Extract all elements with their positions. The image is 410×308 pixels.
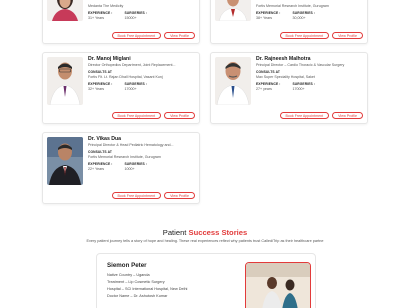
- doctor-card: Dr. Rajneesh Malhotra Principal Director…: [210, 52, 368, 124]
- doctor-hospital: Medanta The Medicity: [88, 4, 124, 8]
- view-profile-button[interactable]: View Profile: [164, 112, 195, 119]
- patient-hospital: Hospital – SCI International Hospital, N…: [107, 287, 188, 291]
- doctor-card: Medanta The Medicity EXPERIENCE :31+ Yea…: [42, 0, 200, 44]
- view-profile-button[interactable]: View Profile: [164, 192, 195, 199]
- surgeries-value: 17000+: [292, 87, 305, 91]
- patient-treatment: Treatment – Lip Cosmetic Surgery: [107, 280, 165, 284]
- doctor-hospital: Fortis Memorial Research Institute, Guru…: [256, 4, 329, 8]
- view-profile-button[interactable]: View Profile: [332, 112, 363, 119]
- doctor-name: Dr. Rajneesh Malhotra: [256, 56, 311, 62]
- doctor-photo: [47, 0, 83, 21]
- book-appointment-button[interactable]: Book Free Appointment: [111, 32, 162, 39]
- experience-value: 31+ Years: [88, 16, 105, 20]
- book-appointment-button[interactable]: Book Free Appointment: [111, 192, 162, 199]
- doctor-card: Dr. Manoj Miglani Director Orthopedics D…: [42, 52, 200, 124]
- surgeries-value: 1000+: [124, 167, 135, 171]
- surgeries-value: 30,000+: [292, 16, 306, 20]
- book-appointment-button[interactable]: Book Free Appointment: [279, 32, 330, 39]
- experience-value: 38+ Years: [256, 16, 273, 20]
- doctor-hospital: Fortis Memorial Research Institute, Guru…: [88, 155, 161, 159]
- doctor-card: Fortis Memorial Research Institute, Guru…: [210, 0, 368, 44]
- patient-doctor: Doctor Name – Dr. Ashutosh Kumar: [107, 294, 168, 298]
- surgeries-value: 15000+: [124, 16, 137, 20]
- patient-country: Native Country – Uganda: [107, 273, 150, 277]
- experience-value: 27+ years: [256, 87, 272, 91]
- doctor-name: Dr. Vikas Dua: [88, 136, 122, 142]
- doctor-photo: [47, 137, 83, 185]
- doctor-photo: [215, 0, 251, 21]
- section-title-plain: Patient: [162, 228, 189, 237]
- experience-value: 22+ Years: [88, 167, 105, 171]
- doctor-designation: Principal Director – Cardio Thoracic & V…: [256, 63, 345, 67]
- experience-value: 32+ Years: [88, 87, 105, 91]
- doctor-designation: Principal Director & Head Pediatric Hema…: [88, 143, 174, 147]
- doctor-hospital: Max Super Speciality Hospital, Saket: [256, 75, 315, 79]
- doctor-hospital: Fortis Flt. Lt. Rajan Dhall Hospital, Va…: [88, 75, 163, 79]
- patient-photo: [245, 262, 311, 308]
- patient-name: Siemon Peter: [107, 262, 147, 269]
- view-profile-button[interactable]: View Profile: [164, 32, 195, 39]
- doctor-photo: [47, 57, 83, 105]
- doctor-card: Dr. Vikas Dua Principal Director & Head …: [42, 132, 200, 204]
- success-story-card: Siemon Peter Native Country – Uganda Tre…: [96, 253, 316, 308]
- doctor-designation: Director Orthopedics Department, Joint R…: [88, 63, 176, 67]
- doctor-photo: [215, 57, 251, 105]
- book-appointment-button[interactable]: Book Free Appointment: [279, 112, 330, 119]
- section-title: Patient Success Stories: [0, 228, 410, 237]
- doctor-name: Dr. Manoj Miglani: [88, 56, 131, 62]
- surgeries-value: 17000+: [124, 87, 137, 91]
- book-appointment-button[interactable]: Book Free Appointment: [111, 112, 162, 119]
- view-profile-button[interactable]: View Profile: [332, 32, 363, 39]
- section-title-accent: Success Stories: [188, 228, 248, 237]
- section-subtitle: Every patient journey tells a story of h…: [86, 239, 324, 243]
